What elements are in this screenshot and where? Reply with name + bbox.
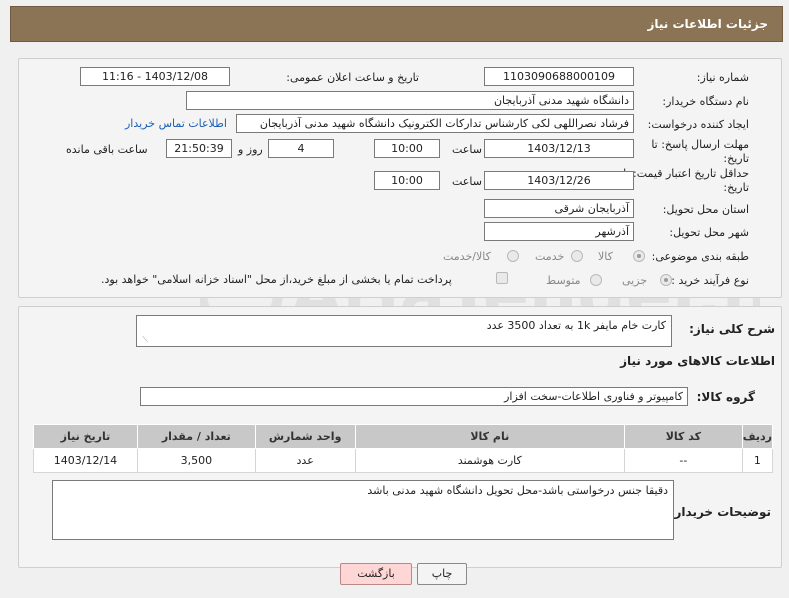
goods-group-field: کامپیوتر و فناوری اطلاعات-سخت افزار xyxy=(140,387,688,406)
category-service-label: خدمت xyxy=(535,250,565,263)
city-label: شهر محل تحویل: xyxy=(669,226,749,239)
province-field: آذربایجان شرقی xyxy=(484,199,634,218)
creator-field: فرشاد نصراللهی لکی کارشناس تدارکات الکتر… xyxy=(236,114,634,133)
cell-qty: 3,500 xyxy=(136,448,256,473)
contact-buyer-link[interactable]: اطلاعات تماس خریدار xyxy=(125,117,227,130)
goods-info-title: اطلاعات کالاهای مورد نیاز xyxy=(620,354,775,368)
cell-row: 1 xyxy=(741,448,774,473)
remaining-label: ساعت باقی مانده xyxy=(66,143,148,156)
table-header-row: ردیف کد کالا نام کالا واحد شمارش تعداد /… xyxy=(33,424,774,449)
validity-time-field: 10:00 xyxy=(374,171,440,190)
need-number-field: 1103090688000109 xyxy=(484,67,634,86)
validity-label-date: تاریخ: xyxy=(723,181,749,194)
col-unit: واحد شمارش xyxy=(254,424,356,449)
process-medium-label: متوسط xyxy=(546,274,581,287)
buyer-field: دانشگاه شهید مدنی آذربایجان xyxy=(186,91,634,110)
summary-textarea: کارت خام مایفر 1k به تعداد 3500 عدد ⟋ xyxy=(136,315,672,347)
page-title: جزئیات اطلاعات نیاز xyxy=(647,17,768,31)
category-label: طبقه بندی موضوعی: xyxy=(651,250,749,263)
cell-name: کارت هوشمند xyxy=(354,448,626,473)
print-button[interactable]: چاپ xyxy=(417,563,467,585)
category-radio-goods[interactable] xyxy=(633,250,645,262)
cell-date: 1403/12/14 xyxy=(33,448,138,473)
validity-date-field: 1403/12/26 xyxy=(484,171,634,190)
table-row: 1 -- کارت هوشمند عدد 3,500 1403/12/14 xyxy=(33,448,774,473)
city-field: آذرشهر xyxy=(484,222,634,241)
col-qty: تعداد / مقدار xyxy=(136,424,256,449)
deadline-date-field: 1403/12/13 xyxy=(484,139,634,158)
treasury-payment-note: پرداخت تمام یا بخشی از مبلغ خرید،از محل … xyxy=(101,273,452,286)
process-label: نوع فرآیند خرید : xyxy=(671,274,749,287)
need-number-label: شماره نیاز: xyxy=(696,71,749,84)
back-button[interactable]: بازگشت xyxy=(340,563,412,585)
page-header: جزئیات اطلاعات نیاز xyxy=(10,6,783,42)
col-name: نام کالا xyxy=(354,424,626,449)
summary-text: کارت خام مایفر 1k به تعداد 3500 عدد xyxy=(486,319,666,332)
buyer-notes-textarea: دقیقا جنس درخواستی باشد-محل تحویل دانشگا… xyxy=(52,480,674,540)
resize-grip-icon[interactable]: ⟋ xyxy=(140,336,148,344)
buyer-notes-label: توضیحات خریدار: xyxy=(669,505,771,519)
deadline-label: مهلت ارسال پاسخ: تا xyxy=(651,138,749,151)
deadline-label-date: تاریخ: xyxy=(723,152,749,165)
cell-unit: عدد xyxy=(254,448,356,473)
remaining-time-field: 21:50:39 xyxy=(166,139,232,158)
category-radio-service[interactable] xyxy=(571,250,583,262)
category-goods-label: کالا xyxy=(598,250,613,263)
process-radio-minor[interactable] xyxy=(660,274,672,286)
validity-time-label: ساعت xyxy=(452,175,482,188)
summary-label: شرح کلی نیاز: xyxy=(689,322,775,336)
process-radio-medium[interactable] xyxy=(590,274,602,286)
deadline-time-label: ساعت xyxy=(452,143,482,156)
col-row: ردیف xyxy=(741,424,774,449)
col-code: کد کالا xyxy=(624,424,743,449)
category-goods-service-label: کالا/خدمت xyxy=(443,250,491,263)
announce-field: 1403/12/08 - 11:16 xyxy=(80,67,230,86)
days-remaining-field: 4 xyxy=(268,139,334,158)
goods-table: ردیف کد کالا نام کالا واحد شمارش تعداد /… xyxy=(33,424,774,473)
buyer-notes-text: دقیقا جنس درخواستی باشد-محل تحویل دانشگا… xyxy=(367,484,668,497)
validity-label: حداقل تاریخ اعتبار قیمت: تا xyxy=(623,167,749,180)
category-radio-goods-service[interactable] xyxy=(507,250,519,262)
days-label: روز و xyxy=(238,143,263,156)
province-label: استان محل تحویل: xyxy=(662,203,749,216)
goods-group-label: گروه کالا: xyxy=(696,390,755,404)
cell-code: -- xyxy=(624,448,743,473)
col-date: تاریخ نیاز xyxy=(33,424,138,449)
creator-label: ایجاد کننده درخواست: xyxy=(647,118,749,131)
treasury-payment-checkbox[interactable] xyxy=(496,272,508,284)
announce-label: تاریخ و ساعت اعلان عمومی: xyxy=(286,71,419,84)
process-minor-label: جزیی xyxy=(622,274,648,287)
deadline-time-field: 10:00 xyxy=(374,139,440,158)
buyer-label: نام دستگاه خریدار: xyxy=(662,95,749,108)
